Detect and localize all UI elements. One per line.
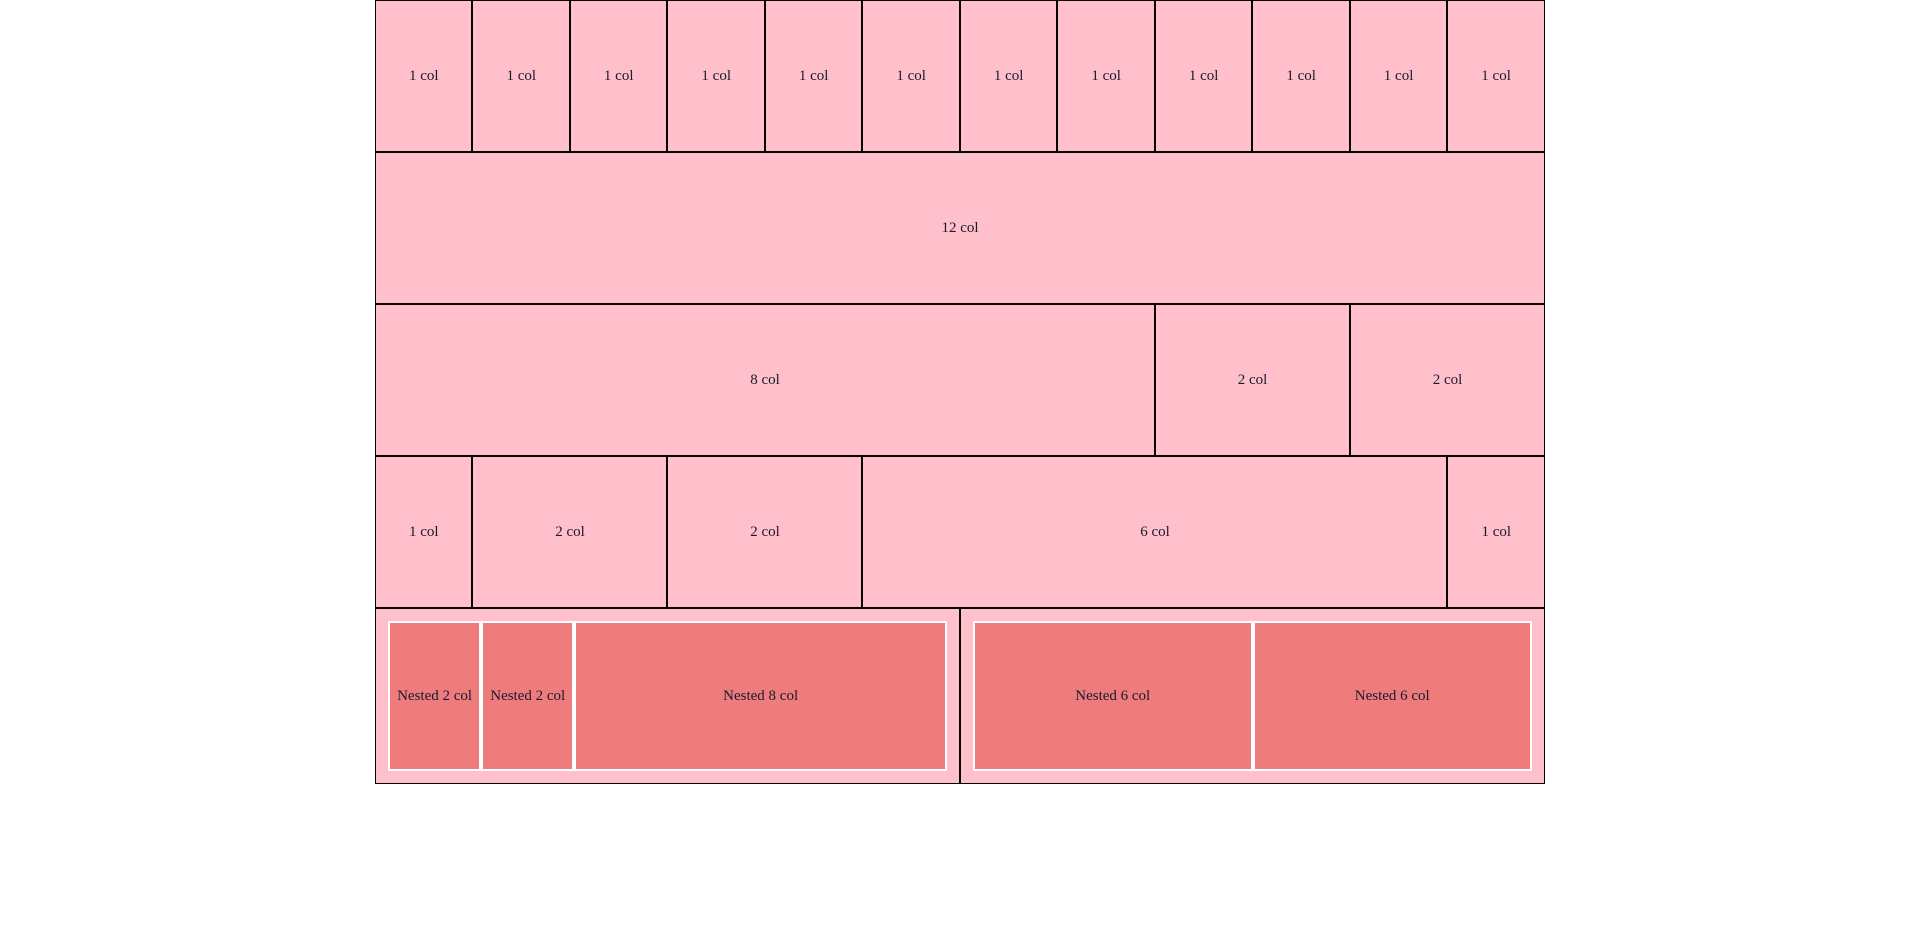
- nested-group-left: Nested 2 col Nested 2 col Nested 8 col: [375, 608, 960, 784]
- nested-cell-2col: Nested 2 col: [388, 621, 482, 771]
- nested-cell-6col: Nested 6 col: [973, 621, 1253, 771]
- grid-cell-label: 1 col: [603, 68, 634, 84]
- grid-cell-label: 1 col: [701, 68, 731, 84]
- nested-cell-label: Nested 2 col: [397, 688, 473, 704]
- grid-cell-1col: 1 col: [569, 0, 668, 152]
- grid-cell-1col: 1 col: [375, 456, 473, 608]
- grid-cell-1col: 1 col: [472, 0, 570, 152]
- grid-cell-label: 1 col: [1481, 68, 1511, 84]
- grid-cell-label: 2 col: [1237, 372, 1268, 388]
- grid-cell-2col: 2 col: [1155, 304, 1350, 456]
- grid-cell-1col: 1 col: [1057, 0, 1155, 152]
- grid-cell-label: 1 col: [1091, 68, 1121, 84]
- grid-cell-1col: 1 col: [1252, 0, 1350, 152]
- grid-container: 1 col 1 col 1 col 1 col 1 col 1 col 1 co…: [375, 0, 1545, 784]
- grid-cell-label: 2 col: [750, 524, 780, 540]
- grid-cell-8col: 8 col: [375, 304, 1155, 456]
- nested-cell-6col: Nested 6 col: [1252, 621, 1532, 771]
- grid-cell-1col: 1 col: [1447, 456, 1545, 608]
- grid-cell-1col: 1 col: [959, 0, 1058, 152]
- grid-cell-label: 8 col: [750, 372, 780, 388]
- grid-cell-1col: 1 col: [862, 0, 960, 152]
- nested-cell-8col: Nested 8 col: [574, 621, 947, 771]
- grid-row-eight-two-two: 8 col 2 col 2 col: [375, 304, 1545, 456]
- grid-row-single-columns: 1 col 1 col 1 col 1 col 1 col 1 col 1 co…: [375, 0, 1545, 152]
- grid-cell-label: 1 col: [993, 68, 1024, 84]
- grid-cell-label: 1 col: [408, 68, 439, 84]
- grid-cell-1col: 1 col: [764, 0, 863, 152]
- grid-cell-1col: 1 col: [667, 0, 765, 152]
- grid-cell-label: 6 col: [1140, 524, 1170, 540]
- grid-cell-1col: 1 col: [1154, 0, 1253, 152]
- nested-group-right: Nested 6 col Nested 6 col: [960, 608, 1545, 784]
- nested-cell-2col: Nested 2 col: [481, 621, 575, 771]
- nested-cell-label: Nested 6 col: [1075, 688, 1151, 704]
- nested-cell-label: Nested 2 col: [490, 688, 566, 704]
- grid-cell-label: 1 col: [1188, 68, 1219, 84]
- grid-cell-2col: 2 col: [667, 456, 863, 608]
- grid-cell-2col: 2 col: [472, 456, 668, 608]
- nested-cell-label: Nested 6 col: [1354, 688, 1430, 704]
- grid-cell-1col: 1 col: [1349, 0, 1448, 152]
- grid-row-nested-containers: Nested 2 col Nested 2 col Nested 8 col N…: [375, 608, 1545, 784]
- grid-cell-label: 1 col: [1286, 68, 1316, 84]
- grid-cell-1col: 1 col: [1447, 0, 1545, 152]
- grid-cell-label: 1 col: [798, 68, 829, 84]
- nested-cell-label: Nested 8 col: [723, 688, 799, 704]
- grid-row-mixed-spans: 1 col 2 col 2 col 6 col 1 col: [375, 456, 1545, 608]
- grid-cell-label: 2 col: [1432, 372, 1463, 388]
- grid-cell-2col: 2 col: [1350, 304, 1545, 456]
- grid-cell-label: 1 col: [1383, 68, 1414, 84]
- grid-cell-label: 1 col: [408, 524, 439, 540]
- grid-cell-label: 1 col: [506, 68, 537, 84]
- grid-cell-1col: 1 col: [375, 0, 473, 152]
- grid-cell-label: 2 col: [555, 524, 585, 540]
- grid-cell-label: 12 col: [941, 220, 979, 236]
- grid-cell-12col: 12 col: [375, 152, 1545, 304]
- grid-row-full-width: 12 col: [375, 152, 1545, 304]
- grid-cell-label: 1 col: [896, 68, 926, 84]
- grid-cell-label: 1 col: [1481, 524, 1512, 540]
- nested-group-left-inner: Nested 2 col Nested 2 col Nested 8 col: [388, 621, 947, 771]
- grid-cell-6col: 6 col: [862, 456, 1448, 608]
- nested-group-right-inner: Nested 6 col Nested 6 col: [973, 621, 1532, 771]
